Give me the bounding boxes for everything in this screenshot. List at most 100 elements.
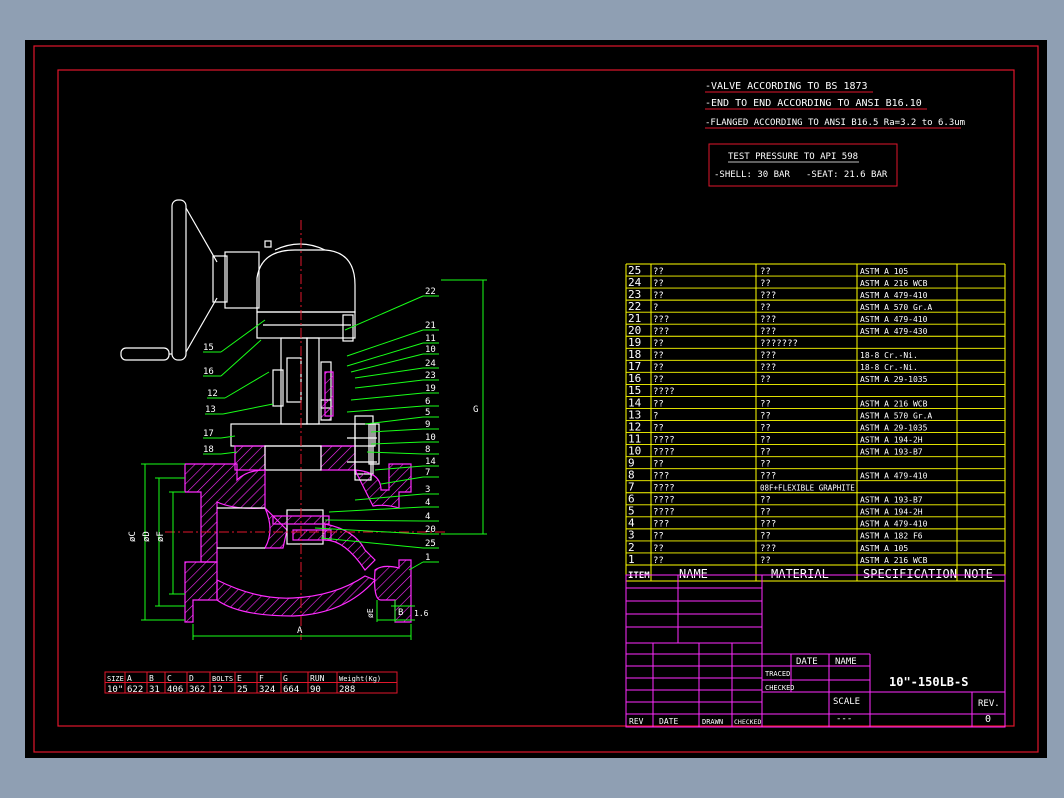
dim-b-label: B	[398, 608, 403, 618]
callout-label: 7	[425, 468, 430, 478]
dims-header: C	[167, 674, 172, 683]
part-name: ??	[653, 267, 664, 277]
dim-d-label: øD	[142, 531, 152, 542]
part-material: ??	[760, 375, 771, 385]
header-specification: SPECIFICATION	[863, 567, 957, 581]
note-line: -VALVE ACCORDING TO BS 1873	[705, 81, 868, 92]
part-material: ???????	[760, 339, 798, 349]
tb-rev-label: REV.	[978, 699, 1000, 709]
part-name: ????	[653, 447, 675, 457]
dims-value: 12	[212, 685, 223, 695]
part-spec: ASTM A 479-430	[860, 327, 928, 336]
callout-label: 20	[425, 525, 436, 535]
callout-label: 14	[425, 457, 436, 467]
callout-label: 24	[425, 359, 436, 369]
part-name: ????	[653, 387, 675, 397]
part-material: ???	[760, 544, 776, 554]
drawing-sheet: -VALVE ACCORDING TO BS 1873 -END TO END …	[25, 40, 1047, 758]
callout-label: 18	[203, 445, 214, 455]
part-material: ??	[760, 303, 771, 313]
dims-value: 25	[237, 685, 248, 695]
dims-header: SIZE	[107, 675, 124, 683]
callout-label: 19	[425, 384, 436, 394]
part-spec: 18-8 Cr.-Ni.	[860, 351, 918, 360]
part-name: ??	[653, 459, 664, 469]
part-item: 2	[628, 541, 635, 554]
part-material: ??	[760, 267, 771, 277]
callout-label: 15	[203, 343, 214, 353]
part-material: ???	[760, 327, 776, 337]
dims-value: 31	[149, 685, 160, 695]
test-pressure-shell: -SHELL: 30 BAR	[714, 170, 790, 180]
note-line: -END TO END ACCORDING TO ANSI B16.10	[705, 98, 922, 109]
part-material: ??	[760, 508, 771, 518]
part-item: 13	[628, 408, 641, 421]
part-spec: ASTM A 182 F6	[860, 532, 923, 541]
part-material: ???	[760, 472, 776, 482]
part-spec: ASTM A 29-1035	[860, 375, 928, 384]
dims-header: E	[237, 674, 242, 683]
part-name: ??	[653, 544, 664, 554]
part-name: ????	[653, 508, 675, 518]
part-item: 22	[628, 300, 641, 313]
callout-label: 25	[425, 539, 436, 549]
part-material: ??	[760, 532, 771, 542]
part-spec: ASTM A 570 Gr.A	[860, 303, 932, 312]
dims-header: G	[283, 674, 288, 683]
part-spec: ASTM A 570 Gr.A	[860, 411, 932, 420]
dims-header: D	[189, 674, 194, 683]
test-pressure-seat: -SEAT: 21.6 BAR	[806, 170, 888, 180]
callout-label: 10	[425, 345, 436, 355]
part-item: 1	[628, 553, 635, 566]
callout-label: 21	[425, 321, 436, 331]
callout-label: 22	[425, 287, 436, 297]
part-name: ??	[653, 351, 664, 361]
tb-name: NAME	[835, 657, 857, 667]
part-item: 11	[628, 432, 641, 445]
callouts-left: 15 16 12 13 17 18	[203, 319, 274, 455]
callout-label: 8	[425, 445, 430, 455]
callout-label: 1	[425, 553, 430, 563]
part-spec: ASTM A 216 WCB	[860, 399, 928, 408]
dim-a-label: A	[297, 626, 303, 636]
dim-gap-label: 1.6	[414, 609, 429, 618]
callout-label: 13	[205, 405, 216, 415]
part-item: 9	[628, 456, 635, 469]
dims-header: A	[127, 674, 132, 683]
tb-rev-value: 0	[985, 714, 991, 725]
part-name: ??	[653, 363, 664, 373]
note-line: -FLANGED ACCORDING TO ANSI B16.5 Ra=3.2 …	[705, 118, 965, 128]
inner-border	[57, 69, 1015, 727]
tb-rev-checked: CHECKED	[734, 718, 761, 726]
dim-e-label: øE	[366, 608, 375, 618]
dims-header: F	[259, 674, 264, 683]
part-name: ??	[653, 423, 664, 433]
tb-scale-value: ---	[836, 714, 852, 724]
callout-label: 6	[425, 397, 430, 407]
dims-header: Weight(Kg)	[339, 675, 381, 683]
part-name: ???	[653, 327, 669, 337]
test-pressure-title: TEST PRESSURE TO API 598	[728, 152, 858, 162]
callout-label: 16	[203, 367, 214, 377]
part-material: ??	[760, 556, 771, 566]
part-spec: ASTM A 479-410	[860, 472, 928, 481]
dims-value: 362	[189, 685, 205, 695]
test-pressure-box: TEST PRESSURE TO API 598 -SHELL: 30 BAR …	[708, 143, 898, 187]
header-name: NAME	[679, 567, 708, 581]
dimensions-table: SIZE A B C D BOLTS E F G RUN Weight(Kg) 10" 622 31 406…	[104, 671, 398, 695]
callout-label: 12	[207, 389, 218, 399]
part-spec: 18-8 Cr.-Ni.	[860, 363, 918, 372]
part-material: ??	[760, 447, 771, 457]
part-spec: ASTM A 194-2H	[860, 508, 923, 517]
part-name: ??	[653, 291, 664, 301]
callout-label: 17	[203, 429, 214, 439]
header-material: MATERIAL	[771, 567, 829, 581]
tb-drawn: DRAWN	[702, 718, 723, 726]
callout-label: 10	[425, 433, 436, 443]
part-spec: ASTM A 216 WCB	[860, 279, 928, 288]
handwheel	[120, 199, 228, 361]
dims-value: 622	[127, 685, 143, 695]
part-spec: ASTM A 194-2H	[860, 435, 923, 444]
part-name: ????	[653, 484, 675, 494]
part-spec: ASTM A 216 WCB	[860, 556, 928, 565]
